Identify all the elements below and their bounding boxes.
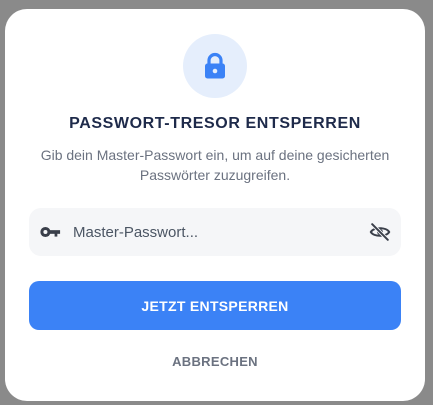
dialog-title: PASSWORT-TRESOR ENTSPERREN xyxy=(69,115,361,132)
eye-off-icon[interactable] xyxy=(369,221,391,243)
unlock-dialog: PASSWORT-TRESOR ENTSPERREN Gib dein Mast… xyxy=(5,9,425,401)
master-password-input[interactable] xyxy=(73,208,353,256)
dialog-subtitle: Gib dein Master-Passwort ein, um auf dei… xyxy=(40,147,390,183)
master-password-field[interactable] xyxy=(29,208,401,256)
unlock-button[interactable]: JETZT ENTSPERREN xyxy=(29,281,401,330)
key-icon xyxy=(40,226,61,238)
cancel-button[interactable]: ABBRECHEN xyxy=(5,354,425,369)
lock-icon xyxy=(205,52,225,79)
lock-badge xyxy=(183,34,247,98)
